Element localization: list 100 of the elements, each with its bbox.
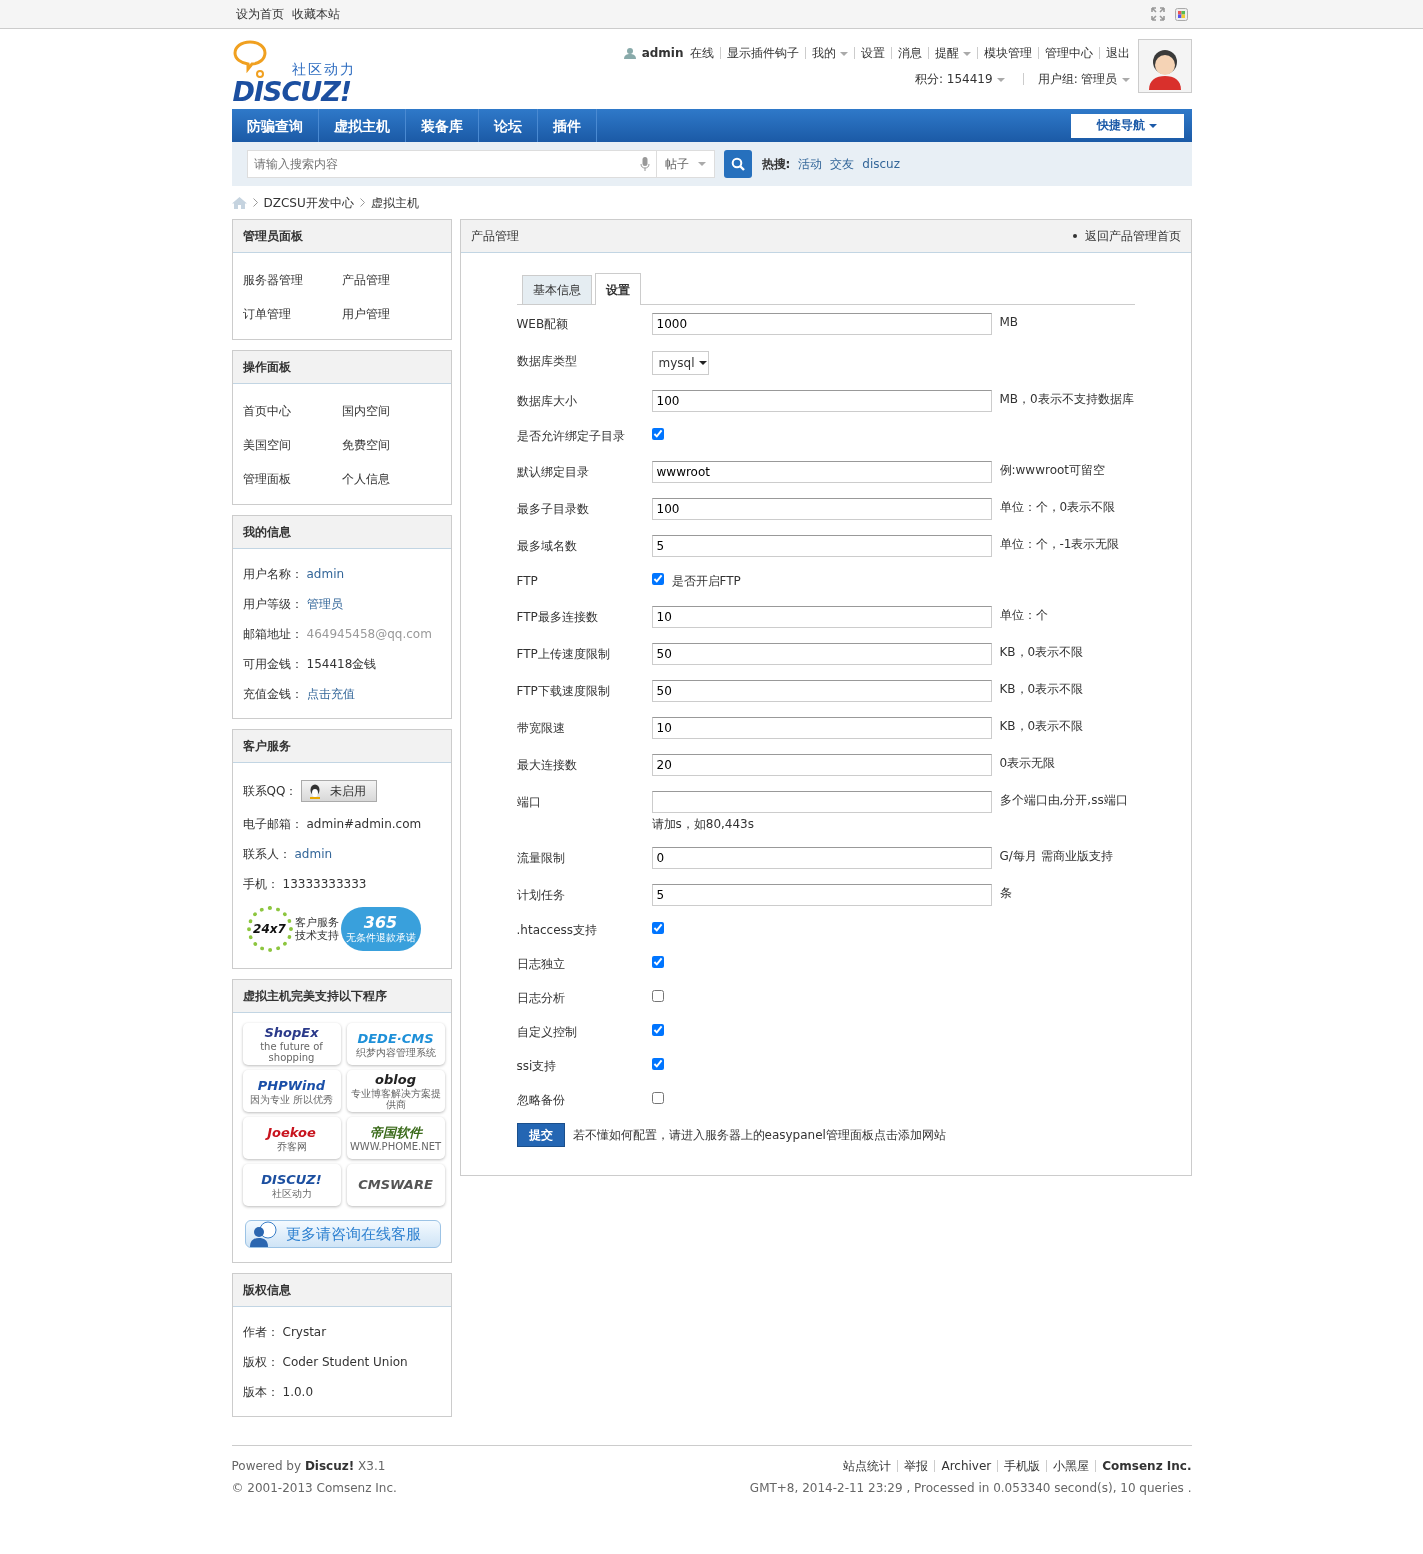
search-scope-dropdown[interactable]: 帖子 bbox=[656, 150, 715, 178]
input-field[interactable]: 0 bbox=[651, 847, 992, 869]
footer-link[interactable]: 站点统计 bbox=[843, 1458, 892, 1474]
checkbox[interactable] bbox=[651, 1092, 664, 1104]
info-label: 邮箱地址： bbox=[242, 626, 303, 642]
input-field[interactable]: 100 bbox=[651, 498, 992, 520]
input-field[interactable]: 5 bbox=[651, 884, 992, 906]
info-value[interactable]: 点击充值 bbox=[306, 686, 355, 702]
sidebar-link[interactable]: 个人信息 bbox=[341, 471, 441, 487]
powered-by-text: Powered by Discuz! X3.1 bbox=[231, 1458, 387, 1474]
search-field[interactable]: 请输入搜索内容 bbox=[246, 150, 657, 178]
hot-search-link[interactable]: 交友 bbox=[830, 156, 855, 172]
hot-search-label: 热搜: bbox=[761, 156, 791, 172]
breadcrumb-link[interactable]: 虚拟主机 bbox=[370, 194, 419, 211]
footer-link[interactable]: 小黑屋 bbox=[1046, 1460, 1090, 1472]
program-logo-tile[interactable]: oblog 专业博客解决方案提供商 bbox=[346, 1070, 445, 1112]
sidebar-link[interactable]: 国内空间 bbox=[341, 403, 441, 419]
info-value[interactable]: admin bbox=[306, 566, 345, 582]
tab[interactable]: 设置 bbox=[594, 273, 641, 305]
input-field[interactable]: 50 bbox=[651, 680, 992, 702]
username-link[interactable]: admin bbox=[641, 45, 684, 61]
badge-text: 技术支持 bbox=[294, 929, 339, 942]
microphone-icon[interactable] bbox=[639, 156, 650, 172]
field-label: 是否允许绑定子目录 bbox=[516, 428, 626, 444]
sidebar-link[interactable]: 美国空间 bbox=[242, 437, 342, 453]
checkbox[interactable] bbox=[651, 956, 664, 968]
input-field[interactable] bbox=[651, 791, 992, 813]
color-palette-icon[interactable] bbox=[1174, 7, 1188, 21]
field-label: WEB配额 bbox=[516, 316, 570, 333]
input-field[interactable]: 100 bbox=[651, 390, 992, 412]
sidebar-link[interactable]: 首页中心 bbox=[242, 403, 342, 419]
sidebar-link[interactable]: 管理面板 bbox=[242, 471, 342, 487]
info-value[interactable]: 管理员 bbox=[306, 596, 343, 612]
user-menu-link[interactable]: 管理中心 bbox=[1037, 47, 1093, 59]
user-menu-link[interactable]: 退出 bbox=[1098, 47, 1130, 59]
hot-search-link[interactable]: discuz bbox=[862, 156, 901, 172]
footer-link[interactable]: Archiver bbox=[934, 1460, 992, 1472]
user-menu-link[interactable]: 提醒 bbox=[927, 47, 971, 59]
sidebar-link[interactable]: 免费空间 bbox=[341, 437, 441, 453]
quick-nav-button[interactable]: 快捷导航 bbox=[1070, 113, 1184, 138]
back-link[interactable]: 返回产品管理首页 bbox=[1084, 228, 1181, 244]
input-field[interactable]: wwwroot bbox=[651, 461, 992, 483]
program-logo-tile[interactable]: PHPWind 因为专业 所以优秀 bbox=[242, 1070, 341, 1112]
search-button[interactable] bbox=[723, 150, 752, 178]
info-value[interactable]: admin bbox=[294, 846, 333, 862]
info-value: 1.0.0 bbox=[282, 1384, 314, 1400]
footer-link[interactable]: 手机版 bbox=[997, 1460, 1041, 1472]
submit-button[interactable]: 提交 bbox=[516, 1123, 565, 1147]
user-menu-link[interactable]: 我的 bbox=[804, 47, 848, 59]
submit-note: 若不懂如何配置，请进入服务器上的easypanel管理面板点击添加网站 bbox=[572, 1127, 946, 1143]
input-field[interactable]: 20 bbox=[651, 754, 992, 776]
program-logo-tile[interactable]: ShopEx the future of shopping bbox=[242, 1023, 341, 1065]
checkbox[interactable] bbox=[651, 1024, 664, 1036]
input-field[interactable]: 10 bbox=[651, 606, 992, 628]
checkbox[interactable] bbox=[651, 990, 664, 1002]
program-logo-tile[interactable]: DEDE·CMS 织梦内容管理系统 bbox=[346, 1023, 445, 1065]
input-field[interactable]: 1000 bbox=[651, 313, 992, 335]
checkbox[interactable] bbox=[651, 922, 664, 934]
hot-search-link[interactable]: 活动 bbox=[798, 156, 823, 172]
input-field[interactable]: 10 bbox=[651, 717, 992, 739]
breadcrumb-link[interactable]: DZCSU开发中心 bbox=[263, 194, 354, 211]
panel-title: 管理员面板 bbox=[242, 228, 303, 244]
select-dropdown[interactable]: mysql bbox=[651, 351, 709, 375]
program-logo-tile[interactable]: Joekoe 乔客网 bbox=[242, 1117, 341, 1159]
sidebar-link[interactable]: 订单管理 bbox=[242, 306, 342, 322]
company-link[interactable]: Comsenz Inc. bbox=[1095, 1460, 1192, 1472]
expand-icon[interactable] bbox=[1150, 7, 1165, 21]
sidebar-link[interactable]: 产品管理 bbox=[341, 272, 441, 288]
logo-subtitle: 社区动力 bbox=[270, 1187, 313, 1199]
top-link[interactable]: 设为首页 bbox=[235, 6, 284, 22]
site-logo[interactable]: 社区动力 DISCUZ! bbox=[231, 39, 372, 107]
penguin-icon bbox=[308, 783, 323, 799]
program-logo-tile[interactable]: 帝国软件 WWW.PHOME.NET bbox=[346, 1117, 445, 1159]
user-menu-link[interactable]: 显示插件钩子 bbox=[719, 47, 799, 59]
footer-link[interactable]: 举报 bbox=[897, 1460, 929, 1472]
info-label: 手机： bbox=[242, 876, 279, 892]
credits-link[interactable]: 积分: 154419 bbox=[914, 71, 1005, 87]
online-service-banner[interactable]: 更多请咨询在线客服 bbox=[244, 1220, 441, 1248]
info-value: Coder Student Union bbox=[282, 1354, 408, 1370]
user-menu-link[interactable]: 模块管理 bbox=[976, 47, 1032, 59]
field-hint: KB，0表示不限 bbox=[999, 718, 1084, 734]
logo-text: DISCUZ! bbox=[261, 1171, 322, 1188]
top-link[interactable]: 收藏本站 bbox=[291, 6, 340, 22]
user-menu-link[interactable]: 消息 bbox=[890, 47, 922, 59]
tab[interactable]: 基本信息 bbox=[521, 275, 592, 304]
checkbox[interactable] bbox=[651, 1058, 664, 1070]
qq-status-button[interactable]: 未启用 bbox=[301, 780, 378, 802]
checkbox[interactable] bbox=[651, 428, 664, 440]
input-field[interactable]: 5 bbox=[651, 535, 992, 557]
input-field[interactable]: 50 bbox=[651, 643, 992, 665]
logo-subtitle: 织梦内容管理系统 bbox=[354, 1046, 437, 1058]
user-menu-link[interactable]: 设置 bbox=[853, 47, 885, 59]
sidebar-link[interactable]: 服务器管理 bbox=[242, 272, 342, 288]
program-logo-tile[interactable]: DISCUZ! 社区动力 bbox=[242, 1164, 341, 1206]
checkbox[interactable] bbox=[651, 573, 664, 585]
sidebar-link[interactable]: 用户管理 bbox=[341, 306, 441, 322]
avatar[interactable] bbox=[1137, 39, 1192, 93]
user-group-link[interactable]: 用户组: 管理员 bbox=[1022, 73, 1130, 85]
program-logo-tile[interactable]: CMSWARE bbox=[346, 1164, 445, 1206]
field-hint: 单位：个 bbox=[999, 607, 1048, 623]
